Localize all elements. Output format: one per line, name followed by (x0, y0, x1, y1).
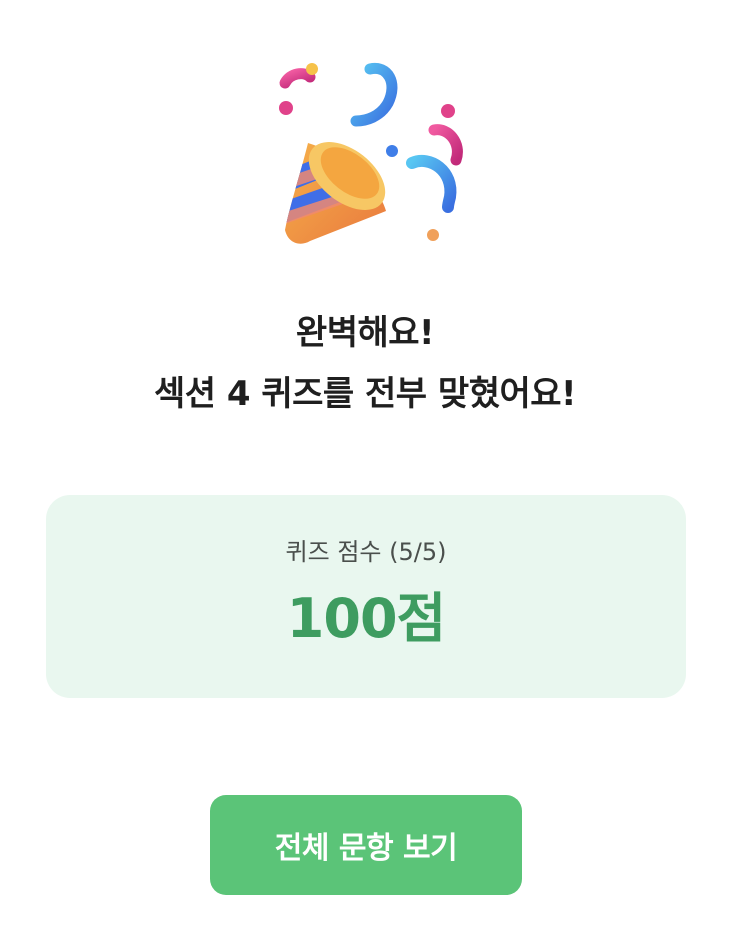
score-card: 퀴즈 점수 (5/5) 100점 (46, 495, 686, 698)
result-title: 완벽해요! (295, 313, 435, 353)
view-all-questions-button[interactable]: 전체 문항 보기 (210, 795, 522, 895)
party-popper-icon (279, 63, 463, 244)
score-label: 퀴즈 점수 (5/5) (285, 538, 447, 566)
score-value: 100점 (286, 587, 446, 650)
quiz-result-screen: 완벽해요! 섹션 4 퀴즈를 전부 맞혔어요! 퀴즈 점수 (5/5) 100점… (0, 0, 730, 940)
result-subtitle: 섹션 4 퀴즈를 전부 맞혔어요! (153, 374, 577, 414)
